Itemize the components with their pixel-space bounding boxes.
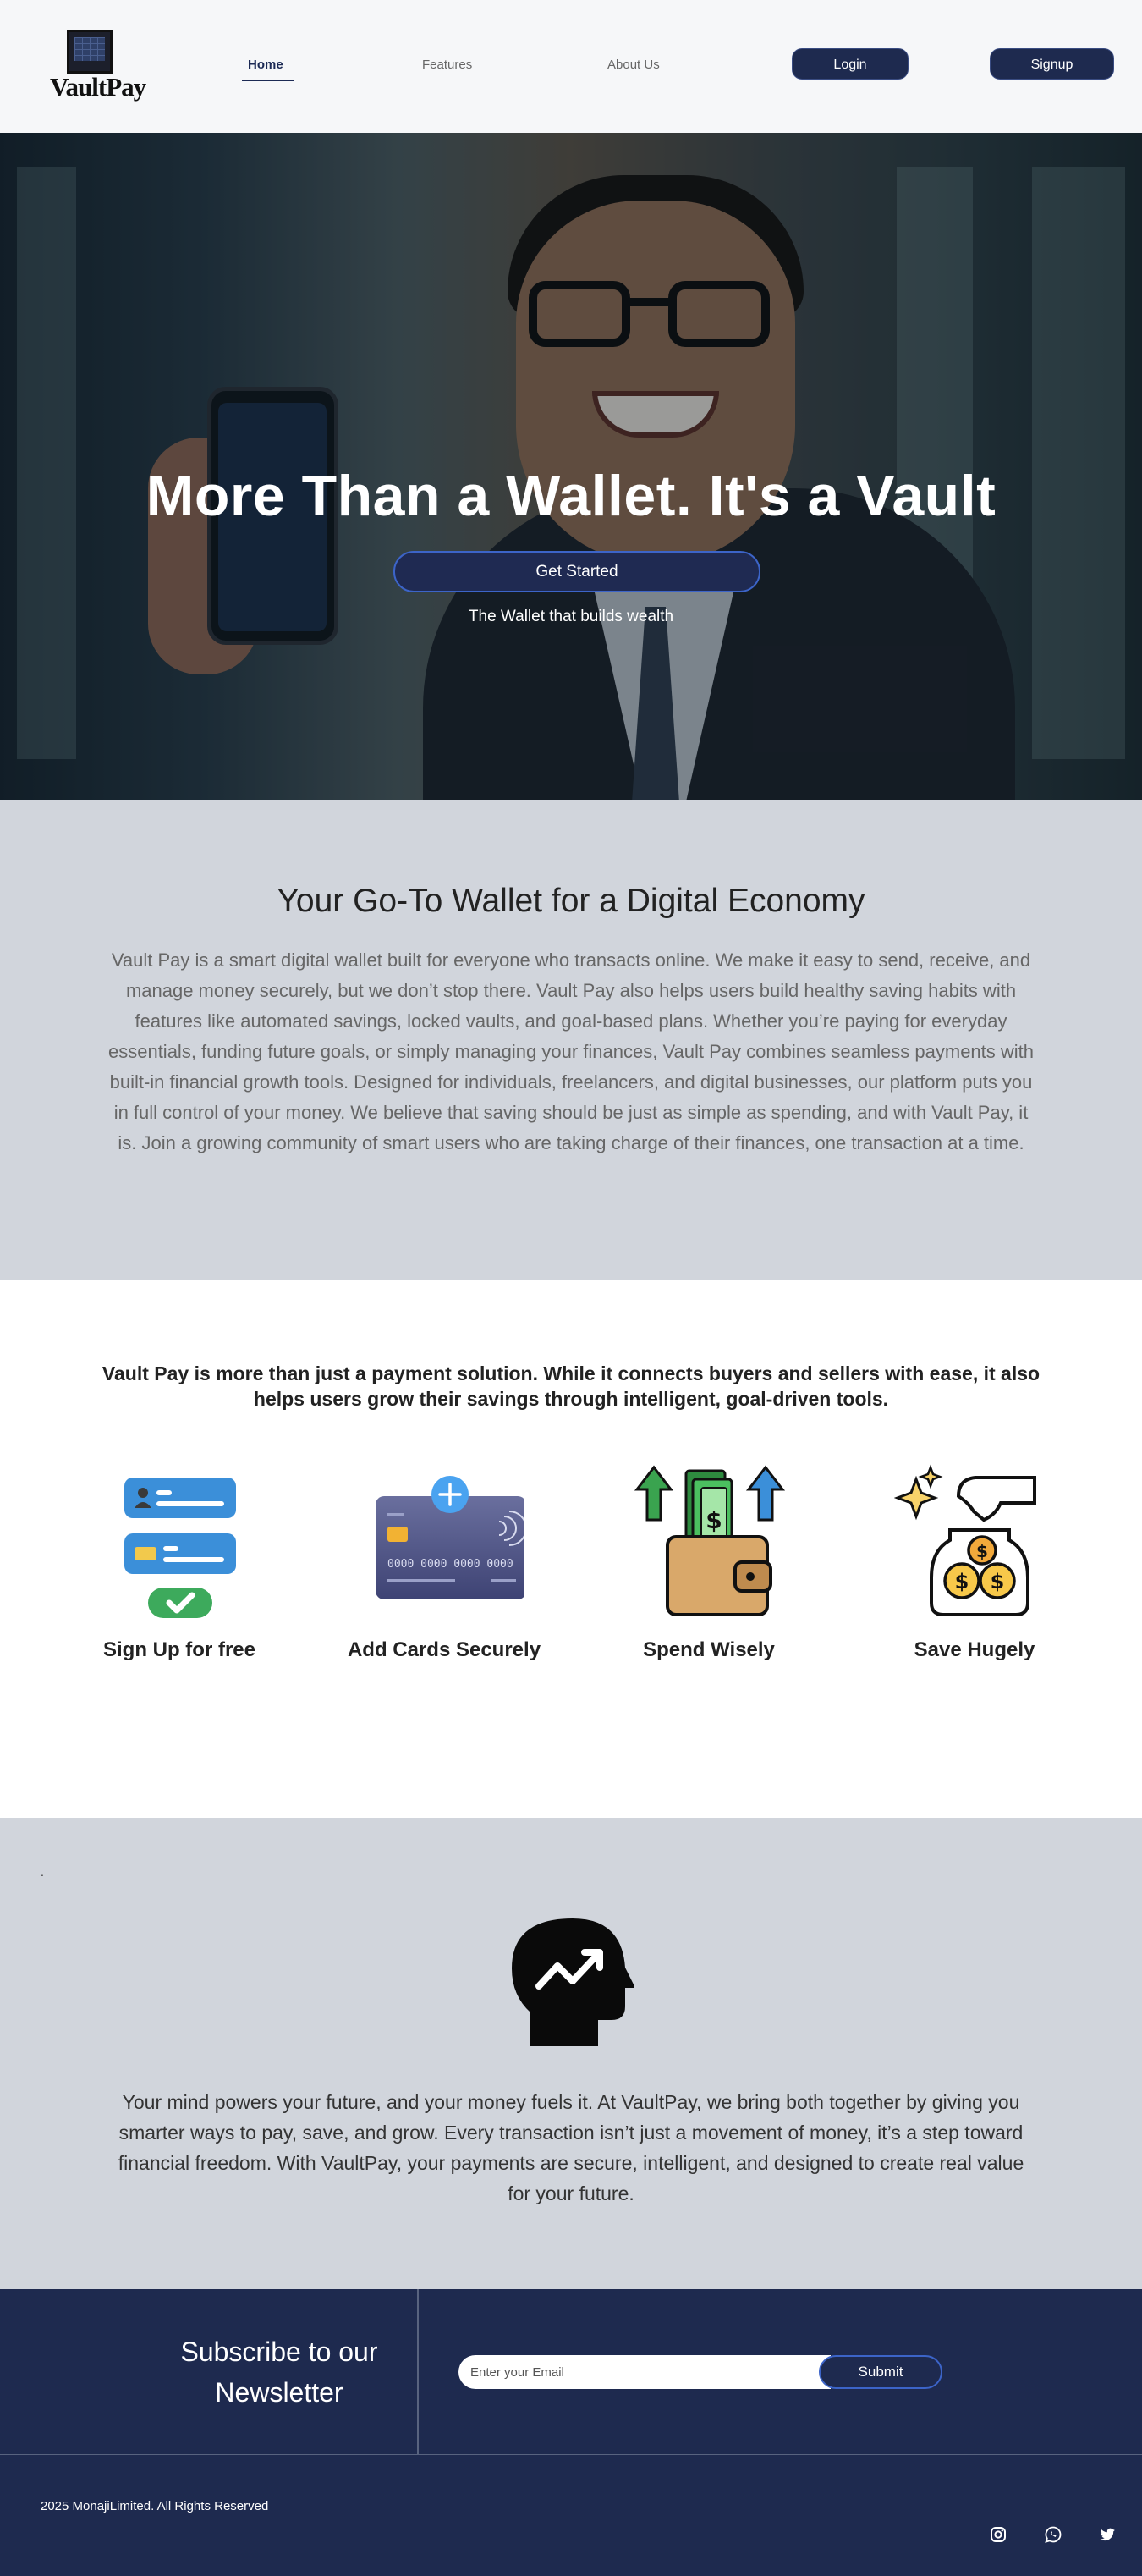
hero-subtitle: The Wallet that builds wealth	[468, 608, 674, 625]
svg-text:$: $	[955, 1570, 969, 1593]
feature-label: Spend Wisely	[643, 1638, 775, 1661]
mind-section: . Your mind powers your future, and your…	[0, 1818, 1142, 2289]
top-navbar: VaultPay Home Features About Us Login Si…	[0, 0, 1142, 133]
twitter-icon[interactable]	[1097, 2524, 1117, 2545]
feature-label: Save Hugely	[914, 1638, 1035, 1661]
feature-label: Add Cards Securely	[347, 1638, 541, 1661]
head-growth-icon	[512, 1918, 634, 2046]
feature-label: Sign Up for free	[102, 1638, 255, 1661]
whatsapp-icon[interactable]	[1043, 2524, 1063, 2545]
nav-link-features[interactable]: Features	[422, 58, 472, 72]
monitor-logo-icon	[67, 30, 113, 74]
nav-link-home[interactable]: Home	[248, 58, 283, 72]
about-body: Vault Pay is a smart digital wallet buil…	[107, 949, 1035, 1153]
vaultpay-logo[interactable]: VaultPay	[47, 30, 146, 102]
credit-card-icon: 0000 0000 0000 0000	[376, 1476, 524, 1599]
feature-add-cards: 0000 0000 0000 0000 Add Cards Securely	[334, 1462, 554, 1691]
copyright-text: 2025 MonajiLimited. All Rights Reserved	[41, 2499, 269, 2513]
feature-signup: Sign Up for free	[69, 1462, 289, 1691]
features-intro: Vault Pay is more than just a payment so…	[102, 1362, 1040, 1410]
login-button[interactable]: Login	[792, 48, 909, 80]
about-section: Your Go-To Wallet for a Digital Economy …	[0, 800, 1142, 1280]
feature-spend: $ Spend Wisely	[599, 1462, 819, 1691]
footer: 2025 MonajiLimited. All Rights Reserved	[0, 2454, 1142, 2576]
newsletter-section: Subscribe to our Newsletter Submit	[0, 2289, 1142, 2454]
newsletter-title: Subscribe to our Newsletter	[180, 2337, 378, 2408]
features-section: Vault Pay is more than just a payment so…	[0, 1280, 1142, 1818]
about-heading: Your Go-To Wallet for a Digital Economy	[277, 883, 865, 919]
card-number: 0000 0000 0000 0000	[387, 1558, 513, 1571]
get-started-button[interactable]: Get Started	[393, 551, 760, 592]
wallet-cash-icon: $	[634, 1465, 786, 1616]
signup-form-icon	[124, 1478, 236, 1618]
svg-text:$: $	[976, 1541, 988, 1561]
mind-body: Your mind powers your future, and your m…	[118, 2091, 1024, 2204]
nav-link-about-us[interactable]: About Us	[607, 58, 660, 72]
savings-jar-icon: $ $ $	[894, 1464, 1036, 1616]
hero-title: More Than a Wallet. It's a Vault	[145, 464, 997, 528]
active-link-underline	[242, 80, 294, 81]
stray-marker: .	[41, 1865, 44, 1879]
instagram-icon[interactable]	[988, 2524, 1008, 2545]
newsletter-divider	[417, 2289, 419, 2454]
signup-button[interactable]: Signup	[990, 48, 1114, 80]
newsletter-submit-button[interactable]: Submit	[819, 2355, 942, 2389]
newsletter-email-input[interactable]	[458, 2355, 831, 2389]
svg-text:$: $	[706, 1506, 722, 1534]
logo-text: VaultPay	[50, 72, 146, 102]
feature-save: $ $ $ Save Hugely	[865, 1462, 1084, 1691]
hero-section: More Than a Wallet. It's a Vault Get Sta…	[0, 133, 1142, 800]
svg-text:$: $	[991, 1570, 1005, 1593]
